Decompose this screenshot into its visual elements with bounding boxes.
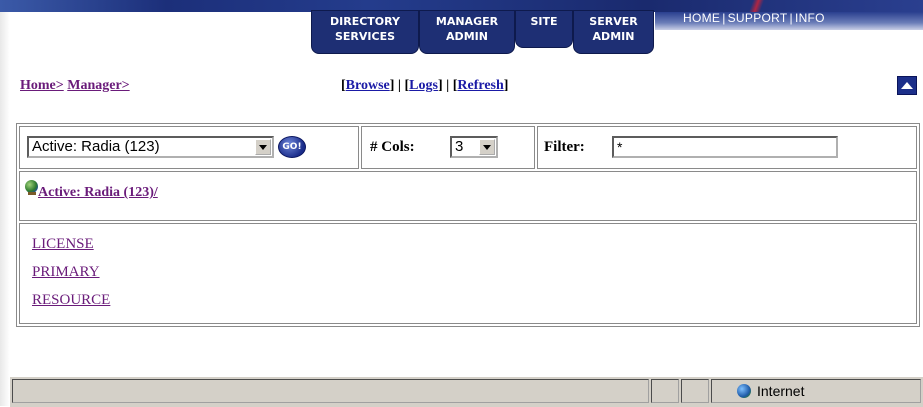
tab-label-line2: ADMIN — [592, 30, 635, 43]
tab-directory-services[interactable]: DIRECTORY SERVICES — [311, 10, 419, 54]
path-cell: Active: Radia (123)/ — [19, 171, 917, 221]
tab-label-line1: DIRECTORY — [330, 15, 400, 28]
cols-select[interactable]: 3 — [450, 136, 498, 158]
logs-link[interactable]: Logs — [409, 78, 438, 93]
zone-label: Internet — [757, 383, 805, 399]
link-separator: | — [789, 11, 793, 25]
security-zone: Internet — [737, 383, 804, 399]
status-bar: Internet — [10, 376, 923, 407]
status-pane — [651, 379, 679, 403]
browse-link[interactable]: Browse — [346, 78, 390, 93]
globe-stand — [28, 192, 36, 195]
tab-manager-admin[interactable]: MANAGER ADMIN — [419, 10, 515, 54]
browser-table: Active: Radia (123) GO! # Cols: 3 Filter… — [16, 123, 920, 327]
filter-input[interactable] — [612, 136, 838, 158]
chevron-down-icon — [259, 144, 267, 150]
cols-select-dropdown-button[interactable] — [479, 139, 495, 155]
tab-label-line1: MANAGER — [435, 15, 499, 28]
tab-server-admin[interactable]: SERVER ADMIN — [573, 10, 654, 54]
refresh-link[interactable]: Refresh — [457, 78, 503, 93]
internet-zone-icon — [737, 384, 751, 398]
window-left-edge — [0, 0, 10, 406]
tab-label-line1: SERVER — [589, 15, 638, 28]
cols-cell: # Cols: 3 — [361, 126, 535, 169]
home-link[interactable]: HOME — [683, 11, 720, 25]
breadcrumb: Home> Manager> — [20, 78, 130, 94]
cols-label: # Cols: — [370, 139, 415, 155]
filter-label: Filter: — [544, 139, 585, 155]
db-select-dropdown-button[interactable] — [255, 139, 271, 155]
list-item[interactable]: LICENSE — [32, 230, 916, 258]
tab-label-line1: SITE — [530, 15, 558, 28]
cols-select-value: 3 — [455, 138, 464, 155]
items-cell: LICENSE PRIMARY RESOURCE — [19, 223, 917, 324]
scroll-to-top-button[interactable] — [897, 76, 917, 95]
info-link[interactable]: INFO — [795, 11, 825, 25]
filter-cell: Filter: — [537, 126, 917, 169]
db-select[interactable]: Active: Radia (123) — [27, 136, 274, 158]
status-text-pane — [12, 379, 649, 403]
tab-label-line2: SERVICES — [334, 30, 396, 43]
status-pane — [681, 379, 709, 403]
chevron-down-icon — [483, 144, 491, 150]
arrow-up-icon — [901, 82, 913, 89]
top-links: HOME | SUPPORT | INFO — [683, 11, 825, 25]
list-item[interactable]: RESOURCE — [32, 286, 916, 314]
current-path-link[interactable]: Active: Radia (123)/ — [38, 185, 158, 201]
breadcrumb-home-link[interactable]: Home> — [20, 78, 64, 93]
breadcrumb-manager-link[interactable]: Manager> — [67, 78, 129, 93]
tab-label-line2: ADMIN — [446, 30, 488, 43]
action-links: [Browse] | [Logs] | [Refresh] — [341, 78, 509, 93]
link-separator: | — [722, 11, 726, 25]
support-link[interactable]: SUPPORT — [728, 11, 788, 25]
db-select-cell: Active: Radia (123) GO! — [19, 126, 359, 169]
db-select-value: Active: Radia (123) — [32, 138, 160, 155]
tab-site[interactable]: SITE — [515, 10, 573, 48]
list-item[interactable]: PRIMARY — [32, 258, 916, 286]
go-button[interactable]: GO! — [278, 136, 306, 158]
